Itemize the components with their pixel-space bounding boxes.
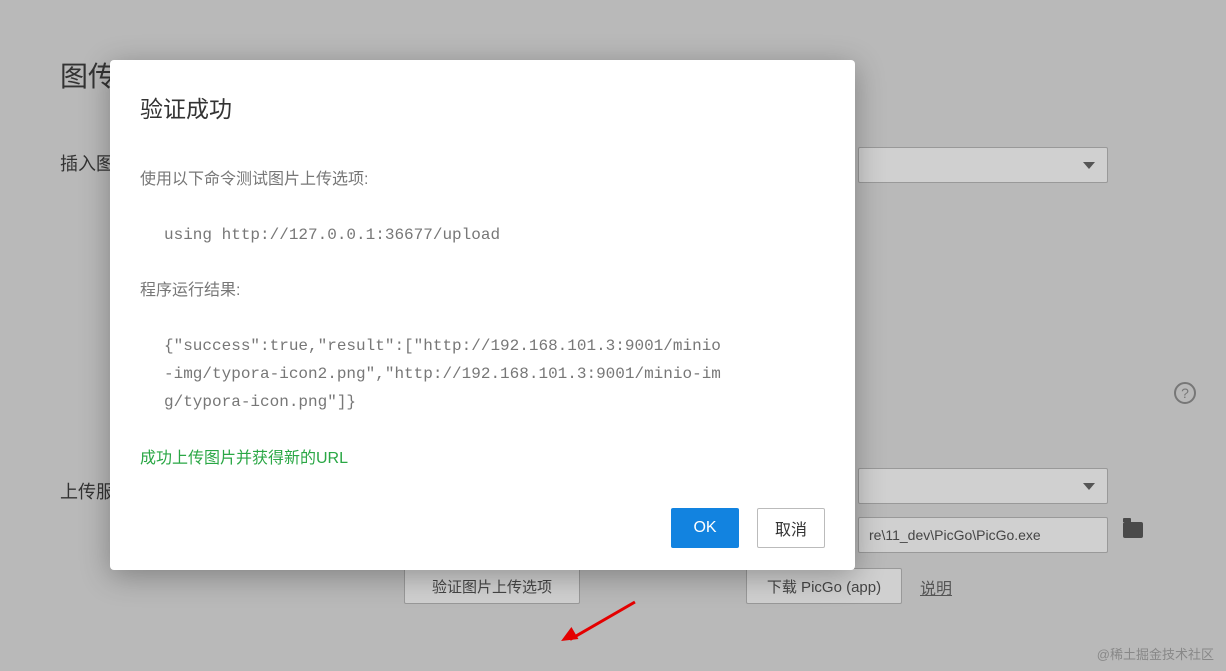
insert-select[interactable] xyxy=(858,147,1108,183)
chevron-down-icon xyxy=(1083,483,1095,490)
path-value: re\11_dev\PicGo\PicGo.exe xyxy=(869,527,1041,543)
dialog-footer: OK 取消 xyxy=(140,508,825,548)
picgo-path-input[interactable]: re\11_dev\PicGo\PicGo.exe xyxy=(858,517,1108,553)
help-icon[interactable]: ? xyxy=(1174,382,1196,404)
dialog-result-json: {"success":true,"result":["http://192.16… xyxy=(164,332,724,416)
dialog-result-label: 程序运行结果: xyxy=(140,277,825,304)
download-picgo-button[interactable]: 下载 PicGo (app) xyxy=(746,568,902,604)
dialog-title: 验证成功 xyxy=(140,90,825,124)
help-link[interactable]: 说明 xyxy=(920,575,952,599)
chevron-down-icon xyxy=(1083,162,1095,169)
ok-button[interactable]: OK xyxy=(671,508,739,548)
validate-upload-button[interactable]: 验证图片上传选项 xyxy=(404,568,580,604)
annotation-arrow xyxy=(560,608,650,658)
cancel-button[interactable]: 取消 xyxy=(757,508,825,548)
upload-label: 上传服 xyxy=(60,478,114,504)
folder-icon[interactable] xyxy=(1123,522,1143,538)
validation-dialog: 验证成功 使用以下命令测试图片上传选项: using http://127.0.… xyxy=(110,60,855,570)
dialog-command: using http://127.0.0.1:36677/upload xyxy=(164,221,825,249)
upload-service-select[interactable] xyxy=(858,468,1108,504)
dialog-success-message: 成功上传图片并获得新的URL xyxy=(140,444,825,468)
dialog-instruction: 使用以下命令测试图片上传选项: xyxy=(140,166,825,193)
insert-label: 插入图 xyxy=(60,150,114,176)
watermark: @稀土掘金技术社区 xyxy=(1097,644,1214,663)
